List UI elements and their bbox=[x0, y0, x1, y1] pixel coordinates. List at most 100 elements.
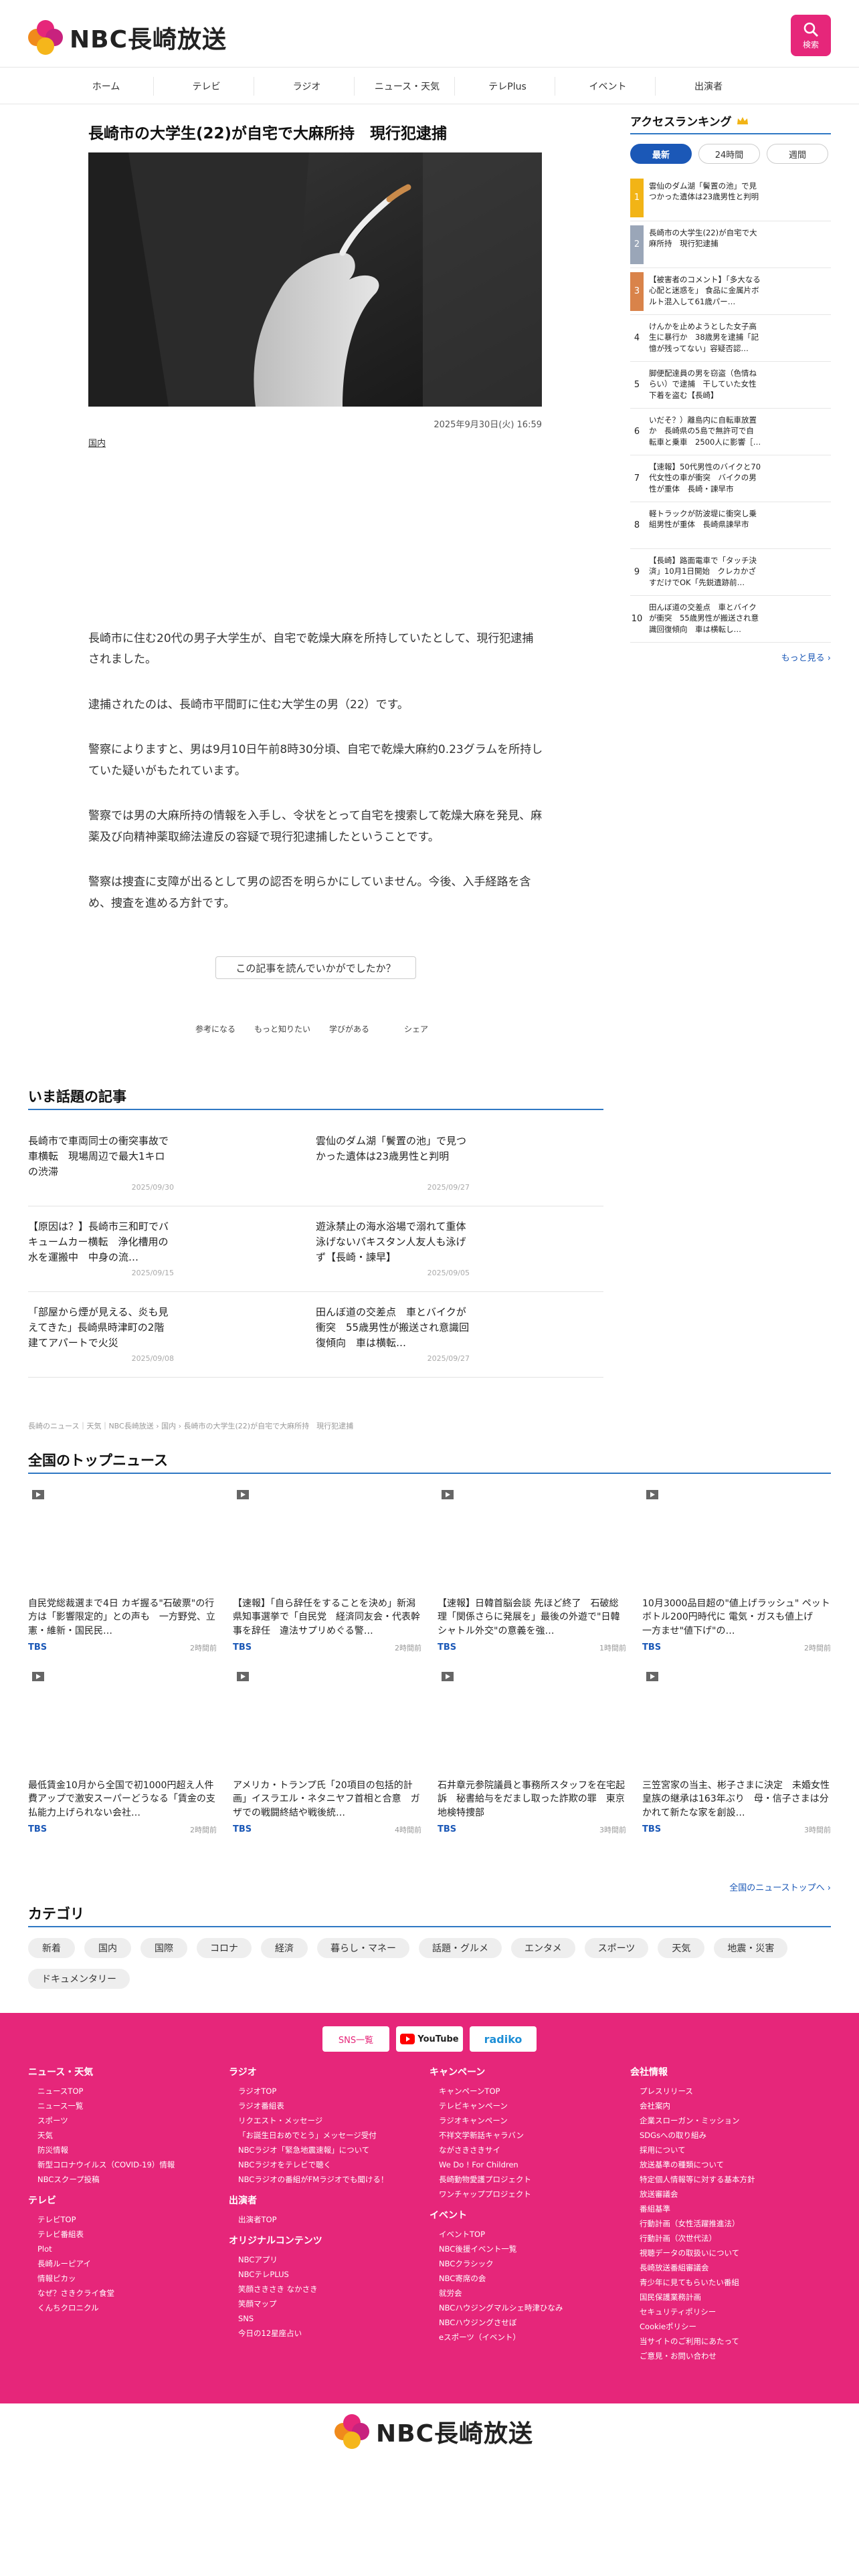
footer-link[interactable]: ご意見・お問い合わせ bbox=[630, 2349, 831, 2363]
national-news-card[interactable]: 石井章元参院議員と事務所スタッフを在宅起訴 秘書給与をだまし取った詐欺の罪 東京… bbox=[438, 1668, 626, 1835]
footer-link[interactable]: 笑顔マップ bbox=[229, 2296, 430, 2311]
category-chip[interactable]: 話題・グルメ bbox=[419, 1938, 502, 1958]
footer-group-heading[interactable]: ラジオ bbox=[229, 2065, 430, 2078]
national-news-card[interactable]: 【速報】日韓首脳会談 先ほど終了 石破総理「関係さらに発展を」最後の外遊で"日韓… bbox=[438, 1486, 626, 1653]
footer-link[interactable]: 視聴データの取扱いについて bbox=[630, 2246, 831, 2260]
footer-link[interactable]: 番組基準 bbox=[630, 2202, 831, 2216]
footer-link[interactable]: NBCハウジングさせぼ bbox=[430, 2315, 630, 2330]
ranking-item[interactable]: 6 いだそ？）離島内に自転車放置か 長崎県の5島で無許可で自転車と乗車 2500人… bbox=[630, 409, 831, 455]
footer-link[interactable]: 特定個人情報等に対する基本方針 bbox=[630, 2172, 831, 2187]
footer-logo[interactable]: NBC長崎放送 bbox=[335, 2414, 533, 2449]
footer-link[interactable]: 天気 bbox=[28, 2128, 229, 2143]
trending-item[interactable]: 「部屋から煙が見える、炎も見えてきた」長崎県時津町の2階建てアパートで火災 202… bbox=[28, 1305, 316, 1365]
footer-group-heading[interactable]: ニュース・天気 bbox=[28, 2065, 229, 2078]
survey-option[interactable]: 参考になる bbox=[182, 994, 249, 1035]
nav-item[interactable]: テレPlus bbox=[455, 77, 555, 96]
footer-link[interactable]: ワンチャッププロジェクト bbox=[430, 2187, 630, 2202]
footer-link[interactable]: 出演者TOP bbox=[229, 2212, 430, 2227]
footer-group-heading[interactable]: オリジナルコンテンツ bbox=[229, 2234, 430, 2247]
trending-item[interactable]: 長崎市で車両同士の衝突事故で車横転 現場周辺で最大1キロの渋滞 2025/09/3… bbox=[28, 1134, 316, 1194]
category-chip[interactable]: スポーツ bbox=[584, 1938, 649, 1958]
category-chip[interactable]: エンタメ bbox=[511, 1938, 575, 1958]
footer-link[interactable]: 笑顔さきさき なかさき bbox=[229, 2282, 430, 2296]
footer-link[interactable]: NBCラジオ「緊急地震速報」について bbox=[229, 2143, 430, 2157]
category-chip[interactable]: 経済 bbox=[261, 1938, 308, 1958]
footer-link[interactable]: スポーツ bbox=[28, 2113, 229, 2128]
category-chip[interactable]: 新着 bbox=[28, 1938, 75, 1958]
footer-link[interactable]: 情報ピカッ bbox=[28, 2271, 229, 2286]
footer-link[interactable]: テレビTOP bbox=[28, 2212, 229, 2227]
site-logo[interactable]: NBC長崎放送 bbox=[28, 20, 227, 55]
category-chip[interactable]: ドキュメンタリー bbox=[28, 1969, 130, 1989]
trending-item[interactable]: 【原因は？】長崎市三和町でバキュームカー横転 浄化槽用の水を運搬中 中身の流… 2… bbox=[28, 1219, 316, 1279]
footer-link[interactable]: ニュースTOP bbox=[28, 2084, 229, 2099]
footer-link[interactable]: 採用について bbox=[630, 2143, 831, 2157]
trending-item[interactable]: 遊泳禁止の海水浴場で溺れて重体 泳げないパキスタン人友人も泳げず【長崎・諫早】 2… bbox=[316, 1219, 603, 1279]
footer-link[interactable]: 会社案内 bbox=[630, 2099, 831, 2113]
footer-link[interactable]: NBCハウジングマルシェ時津ひなみ bbox=[430, 2300, 630, 2315]
nav-item[interactable]: ホーム bbox=[54, 77, 154, 96]
footer-link[interactable]: ながさきさきサイ bbox=[430, 2143, 630, 2157]
footer-link[interactable]: ラジオ番組表 bbox=[229, 2099, 430, 2113]
footer-link[interactable]: セキュリティポリシー bbox=[630, 2304, 831, 2319]
ranking-item[interactable]: 5 脚便配達員の男を窃盗（色情ねらい）で逮捕 干していた女性下着を盗む【長崎】 bbox=[630, 362, 831, 409]
footer-link[interactable]: 放送審議会 bbox=[630, 2187, 831, 2202]
national-news-card[interactable]: 【速報】「自ら辞任をすることを決め」新潟県知事選挙で「自民党 経済同友会・代表幹… bbox=[233, 1486, 421, 1653]
national-news-card[interactable]: 最低賃金10月から全国で初1000円超え人件費アップで激安スーパーどうなる「賃金… bbox=[28, 1668, 217, 1835]
footer-link[interactable]: SNS bbox=[229, 2311, 430, 2326]
nav-item[interactable]: テレビ bbox=[154, 77, 254, 96]
category-chip[interactable]: 暮らし・マネー bbox=[317, 1938, 409, 1958]
footer-group-heading[interactable]: キャンペーン bbox=[430, 2065, 630, 2078]
national-news-card[interactable]: 三笠宮家の当主、彬子さまに決定 未婚女性皇族の継承は163年ぶり 母・信子さまは… bbox=[642, 1668, 831, 1835]
trending-item[interactable]: 雲仙のダム湖「鬢置の池」で見つかった遺体は23歳男性と判明 2025/09/27 bbox=[316, 1134, 603, 1194]
article-category-link[interactable]: 国内 bbox=[88, 436, 106, 449]
search-button[interactable]: 検索 bbox=[791, 15, 831, 56]
nav-item[interactable]: ニュース・天気 bbox=[355, 77, 455, 96]
category-chip[interactable]: 国際 bbox=[140, 1938, 187, 1958]
footer-link[interactable]: SDGsへの取り組み bbox=[630, 2128, 831, 2143]
footer-link[interactable]: 新型コロナウイルス（COVID-19）情報 bbox=[28, 2157, 229, 2172]
nav-item[interactable]: ラジオ bbox=[254, 77, 355, 96]
national-more-link[interactable]: 全国のニューストップへ › bbox=[729, 1881, 831, 1893]
footer-link[interactable]: 行動計画（次世代法） bbox=[630, 2231, 831, 2246]
survey-option[interactable]: 学びがある bbox=[316, 994, 383, 1035]
footer-link[interactable]: Cookieポリシー bbox=[630, 2319, 831, 2334]
footer-link[interactable]: テレビキャンペーン bbox=[430, 2099, 630, 2113]
ranking-item[interactable]: 1 雲仙のダム湖「鬢置の池」で見つかった遺体は23歳男性と判明 bbox=[630, 175, 831, 221]
footer-link[interactable]: 不祥文学新話キャラバン bbox=[430, 2128, 630, 2143]
footer-link[interactable]: なぜ？さきクライ食堂 bbox=[28, 2286, 229, 2300]
footer-link[interactable]: 就労会 bbox=[430, 2286, 630, 2300]
ranking-item[interactable]: 8 軽トラックが防波堤に衝突し乗組男性が重体 長崎県諫早市 bbox=[630, 502, 831, 549]
ranking-more-link[interactable]: もっと見る › bbox=[630, 651, 831, 663]
breadcrumb[interactable]: 長崎のニュース｜天気｜NBC長崎放送 › 国内 › 長崎市の大学生(22)が自宅… bbox=[28, 1420, 353, 1431]
national-news-card[interactable]: アメリカ・トランプ氏「20項目の包括的計画」イスラエル・ネタニヤフ首相と合意 ガ… bbox=[233, 1668, 421, 1835]
footer-link[interactable]: 当サイトのご利用にあたって bbox=[630, 2334, 831, 2349]
footer-link[interactable]: ラジオキャンペーン bbox=[430, 2113, 630, 2128]
national-news-card[interactable]: 自民党総裁選まで4日 カギ握る"石破票"の行方は「影響限定的」との声も 一方野党… bbox=[28, 1486, 217, 1653]
survey-option[interactable]: シェア bbox=[383, 994, 450, 1035]
nav-item[interactable]: イベント bbox=[555, 77, 656, 96]
footer-link[interactable]: 「お誕生日おめでとう」メッセージ受付 bbox=[229, 2128, 430, 2143]
survey-option[interactable]: もっと知りたい bbox=[249, 994, 316, 1035]
ranking-item[interactable]: 9 【長崎】路面電車で「タッチ決済」10月1日開始 クレカかざすだけでOK「先鋭遺… bbox=[630, 549, 831, 596]
footer-group-heading[interactable]: 会社情報 bbox=[630, 2065, 831, 2078]
ranking-item[interactable]: 3 【被害者のコメント】「多大なる心配と迷惑を」 食品に金属片ボルト混入して61歳… bbox=[630, 268, 831, 315]
nav-item[interactable]: 出演者 bbox=[656, 77, 756, 96]
footer-link[interactable]: キャンペーンTOP bbox=[430, 2084, 630, 2099]
radiko-button[interactable]: radiko bbox=[470, 2026, 537, 2052]
footer-link[interactable]: 防災情報 bbox=[28, 2143, 229, 2157]
category-chip[interactable]: 天気 bbox=[658, 1938, 705, 1958]
footer-link[interactable]: 行動計画（女性活躍推進法） bbox=[630, 2216, 831, 2231]
footer-link[interactable]: NBCラジオの番組がFMラジオでも聞ける！ bbox=[229, 2172, 430, 2187]
footer-link[interactable]: NBCラジオをテレビで聴く bbox=[229, 2157, 430, 2172]
footer-link[interactable]: 長崎動物愛護プロジェクト bbox=[430, 2172, 630, 2187]
ranking-item[interactable]: 2 長崎市の大学生(22)が自宅で大麻所持 現行犯逮捕 bbox=[630, 221, 831, 268]
footer-link[interactable]: プレスリリース bbox=[630, 2084, 831, 2099]
footer-link[interactable]: ニュース一覧 bbox=[28, 2099, 229, 2113]
footer-link[interactable]: テレビ番組表 bbox=[28, 2227, 229, 2242]
footer-link[interactable]: NBCスクープ投稿 bbox=[28, 2172, 229, 2187]
footer-link[interactable]: Plot bbox=[28, 2242, 229, 2256]
footer-link[interactable]: We Do ! For Children bbox=[430, 2157, 630, 2172]
national-news-card[interactable]: 10月3000品目超の"値上げラッシュ" ペットボトル200円時代に 電気・ガス… bbox=[642, 1486, 831, 1653]
footer-link[interactable]: 長崎ルーピアイ bbox=[28, 2256, 229, 2271]
